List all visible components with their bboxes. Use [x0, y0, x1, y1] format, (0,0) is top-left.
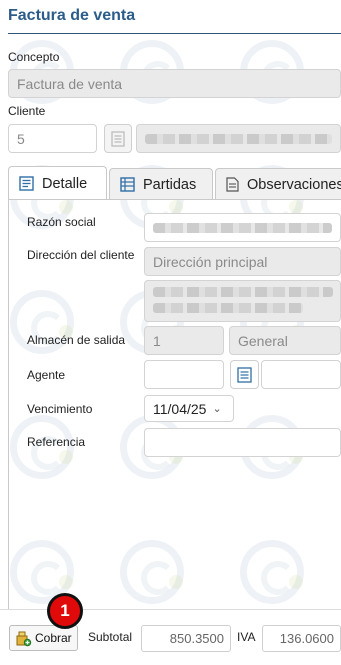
vencimiento-date-picker[interactable]: 11/04/25 ⌄: [144, 395, 234, 422]
direccion-value: Dirección principal: [153, 253, 268, 270]
iva-label: IVA: [237, 630, 256, 644]
detail-tabs: Detalle Partidas Observaciones: [8, 166, 341, 200]
page-title: Factura de venta: [8, 7, 136, 24]
tab-observaciones-label: Observaciones: [247, 176, 341, 193]
direccion-detail-redacted[interactable]: [144, 280, 341, 322]
agente-label: Agente: [27, 368, 66, 382]
list-lookup-icon: [237, 366, 252, 383]
tab-detalle[interactable]: Detalle: [8, 166, 107, 200]
cobrar-label: Cobrar: [35, 631, 72, 645]
tab-partidas-label: Partidas: [143, 176, 197, 193]
redacted-text-line1: [153, 287, 333, 297]
iva-field: 136.0600: [262, 625, 341, 652]
referencia-field[interactable]: [144, 428, 341, 457]
redacted-text: [145, 133, 332, 144]
document-lines-icon: [19, 176, 34, 191]
tab-partidas[interactable]: Partidas: [109, 168, 213, 200]
razon-social-field-redacted[interactable]: [144, 213, 341, 242]
cash-register-icon: [15, 630, 32, 647]
list-lookup-icon: [111, 130, 125, 147]
cliente-code-field[interactable]: 5: [8, 124, 97, 153]
concepto-label: Concepto: [8, 50, 60, 64]
client-lookup-button[interactable]: [104, 124, 132, 153]
tab-observaciones[interactable]: Observaciones: [215, 168, 341, 200]
almacen-label: Almacén de salida: [27, 333, 126, 347]
step-marker-badge: 1: [47, 593, 83, 629]
tab-detalle-label: Detalle: [42, 175, 88, 192]
subtotal-field: 850.3500: [141, 625, 231, 652]
vencimiento-value: 11/04/25: [153, 400, 207, 417]
table-grid-icon: [120, 177, 135, 192]
redacted-text-line2: [153, 303, 303, 313]
notes-page-icon: [226, 177, 239, 192]
almacen-code-field[interactable]: 1: [144, 326, 224, 355]
invoice-form-page: Factura de venta Concepto Factura de ven…: [0, 0, 341, 665]
concepto-field[interactable]: Factura de venta: [8, 69, 341, 98]
cliente-label: Cliente: [8, 104, 46, 118]
title-divider: [8, 33, 341, 34]
cobrar-button[interactable]: Cobrar: [9, 625, 78, 651]
almacen-name-field[interactable]: General: [229, 326, 341, 355]
agente-name-field[interactable]: [261, 360, 341, 389]
agente-lookup-button[interactable]: [230, 360, 259, 389]
subtotal-label: Subtotal: [88, 630, 133, 644]
direccion-label: Dirección del cliente: [27, 248, 135, 262]
razon-social-label: Razón social: [27, 215, 96, 229]
vencimiento-label: Vencimiento: [27, 402, 93, 416]
chevron-down-icon: ⌄: [212, 403, 222, 415]
client-name-field-redacted[interactable]: [136, 124, 341, 153]
agente-code-field[interactable]: [144, 360, 224, 389]
referencia-label: Referencia: [27, 435, 86, 449]
tabs-divider: [8, 199, 341, 200]
direccion-select[interactable]: Dirección principal: [144, 247, 341, 276]
redacted-text: [153, 222, 332, 233]
